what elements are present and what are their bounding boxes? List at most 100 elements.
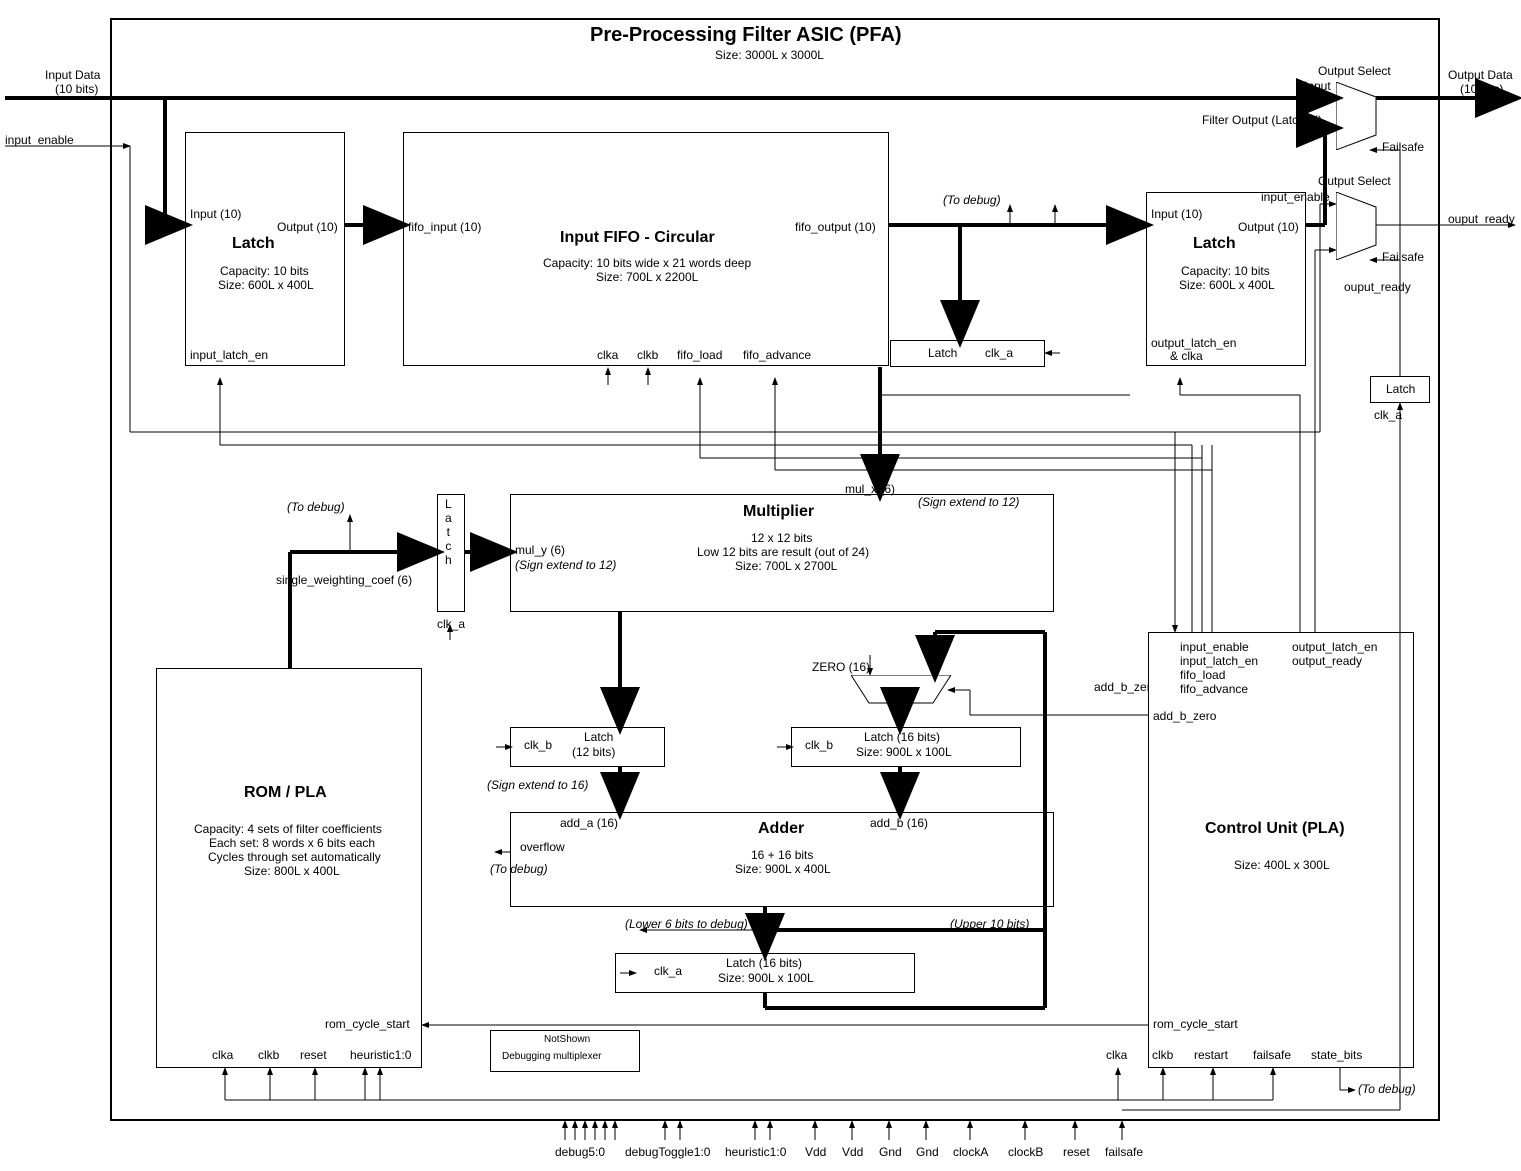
bot-clka: clockA [953,1145,988,1159]
mux1-b: Filter Output (Latched) [1202,113,1322,127]
bot-vdd2: Vdd [842,1145,863,1159]
fifo-out-latch-clk: clk_a [985,346,1013,360]
mult-size: Size: 700L x 2700L [735,559,837,573]
mult-spec: 12 x 12 bits [751,531,812,545]
mult-note: Low 12 bits are result (out of 24) [697,545,869,559]
adder-upper: (Upper 10 bits) [950,917,1029,931]
pfa-title: Pre-Processing Filter ASIC (PFA) [590,24,902,47]
fifo-advance: fifo_advance [743,348,811,362]
cu-in4: fifo_advance [1180,682,1248,696]
adder-overf: overflow [520,840,565,854]
bot-vdd1: Vdd [805,1145,826,1159]
vlatch-clk: clk_a [437,617,465,631]
cu-size: Size: 400L x 300L [1234,858,1330,872]
fifo-in: fifo_input (10) [408,220,481,234]
cu-addbz: add_b_zero [1153,709,1216,723]
cu-fs: failsafe [1253,1048,1291,1062]
latch2-en2: & clka [1170,349,1203,363]
latch2-size: Size: 600L x 400L [1179,278,1275,292]
cu-restart: restart [1194,1048,1228,1062]
diagram-canvas: Pre-Processing Filter ASIC (PFA) Size: 3… [0,0,1521,1171]
fifo-clkb: clkb [637,348,658,362]
adder-title: Adder [758,820,804,838]
label-input-data-bits: (10 bits) [55,82,98,96]
adder-lower: (Lower 6 bits to debug) [625,917,748,931]
coef-label: single_weighting_coef (6) [276,573,412,587]
cu-out1: output_latch_en [1292,640,1377,654]
small-latch-clk: clk_a [1374,408,1402,422]
latch2-title: Latch [1193,235,1236,253]
mux1-fs: Failsafe [1382,140,1424,154]
control-unit [1148,632,1414,1068]
latch1-en: input_latch_en [190,348,268,362]
rom-l3: Cycles through set automatically [208,850,381,864]
cu-todebug: (To debug) [1358,1082,1416,1096]
rom-clka: clka [212,1048,233,1062]
latch-16-b-name: Latch (16 bits) [864,730,940,744]
mux2-a: input_enable [1261,190,1330,204]
mult-muly: mul_y (6) [515,543,565,557]
label-output-data: Output Data [1448,68,1513,82]
rom-reset: reset [300,1048,327,1062]
rom-size: Size: 800L x 400L [244,864,340,878]
bot-debug: debug5:0 [555,1145,605,1159]
mux1-name: Output Select [1318,64,1391,78]
cu-in2: input_latch_en [1180,654,1258,668]
mult-mulx-ext: (Sign extend to 12) [918,495,1019,509]
cu-in3: fifo_load [1180,668,1225,682]
latch-12-bits: (12 bits) [572,745,615,759]
fifo-out-latch-name: Latch [928,346,957,360]
latch-16-sum-name: Latch (16 bits) [726,956,802,970]
rom-title: ROM / PLA [244,784,327,802]
bot-dtog: debugToggle1:0 [625,1145,710,1159]
latch1-size: Size: 600L x 400L [218,278,314,292]
latch2-en1: output_latch_en [1151,336,1236,350]
fifo-title: Input FIFO - Circular [560,229,715,247]
latch1-title: Latch [232,235,275,253]
mux2-fs: Failsafe [1382,250,1424,264]
latch2-cap: Capacity: 10 bits [1181,264,1270,278]
cu-in1: input_enable [1180,640,1249,654]
small-latch-name: Latch [1386,382,1415,396]
fifo-cap: Capacity: 10 bits wide x 21 words deep [543,256,751,270]
latch-12-name: Latch [584,730,613,744]
fifo-load: fifo_load [677,348,722,362]
cu-sb: state_bits [1311,1048,1362,1062]
adder-adda: add_a (16) [560,816,618,830]
label-output-data-bits: (10 bits) [1460,82,1503,96]
latch1-out: Output (10) [277,220,338,234]
bot-gnd2: Gnd [916,1145,939,1159]
adder-size: Size: 900L x 400L [735,862,831,876]
cu-out2: output_ready [1292,654,1362,668]
mult-muly-ext: (Sign extend to 12) [515,558,616,572]
latch1-in: Input (10) [190,207,241,221]
adder-addb: add_b (16) [870,816,928,830]
fifo-out-latch [890,340,1045,367]
bot-heur: heuristic1:0 [725,1145,786,1159]
debug-l1: NotShown [544,1034,590,1045]
rom-cycle: rom_cycle_start [325,1017,410,1031]
to-debug-fifo: (To debug) [943,193,1001,207]
cu-clka: clka [1106,1048,1127,1062]
label-output-ready: ouput_ready [1448,212,1515,226]
rom-heur: heuristic1:0 [350,1048,411,1062]
cu-title: Control Unit (PLA) [1205,820,1345,838]
adder-spec: 16 + 16 bits [751,848,813,862]
fifo [403,132,889,366]
mux2-name: Output Select [1318,174,1391,188]
bot-failsafe: failsafe [1105,1145,1143,1159]
cu-clkb: clkb [1152,1048,1173,1062]
latch-12-clk: clk_b [524,738,552,752]
mult-title: Multiplier [743,503,814,521]
cu-cycle: rom_cycle_start [1153,1017,1238,1031]
latch-16-b-clk: clk_b [805,738,833,752]
mux1-a: Input [1304,79,1331,93]
bot-gnd1: Gnd [879,1145,902,1159]
debug-l2: Debugging multiplexer [502,1051,602,1062]
mux2-out: ouput_ready [1344,280,1411,294]
bot-clkb: clockB [1008,1145,1043,1159]
fifo-out: fifo_output (10) [795,220,876,234]
latch1-cap: Capacity: 10 bits [220,264,309,278]
fifo-clka: clka [597,348,618,362]
fifo-size: Size: 700L x 2200L [596,270,698,284]
